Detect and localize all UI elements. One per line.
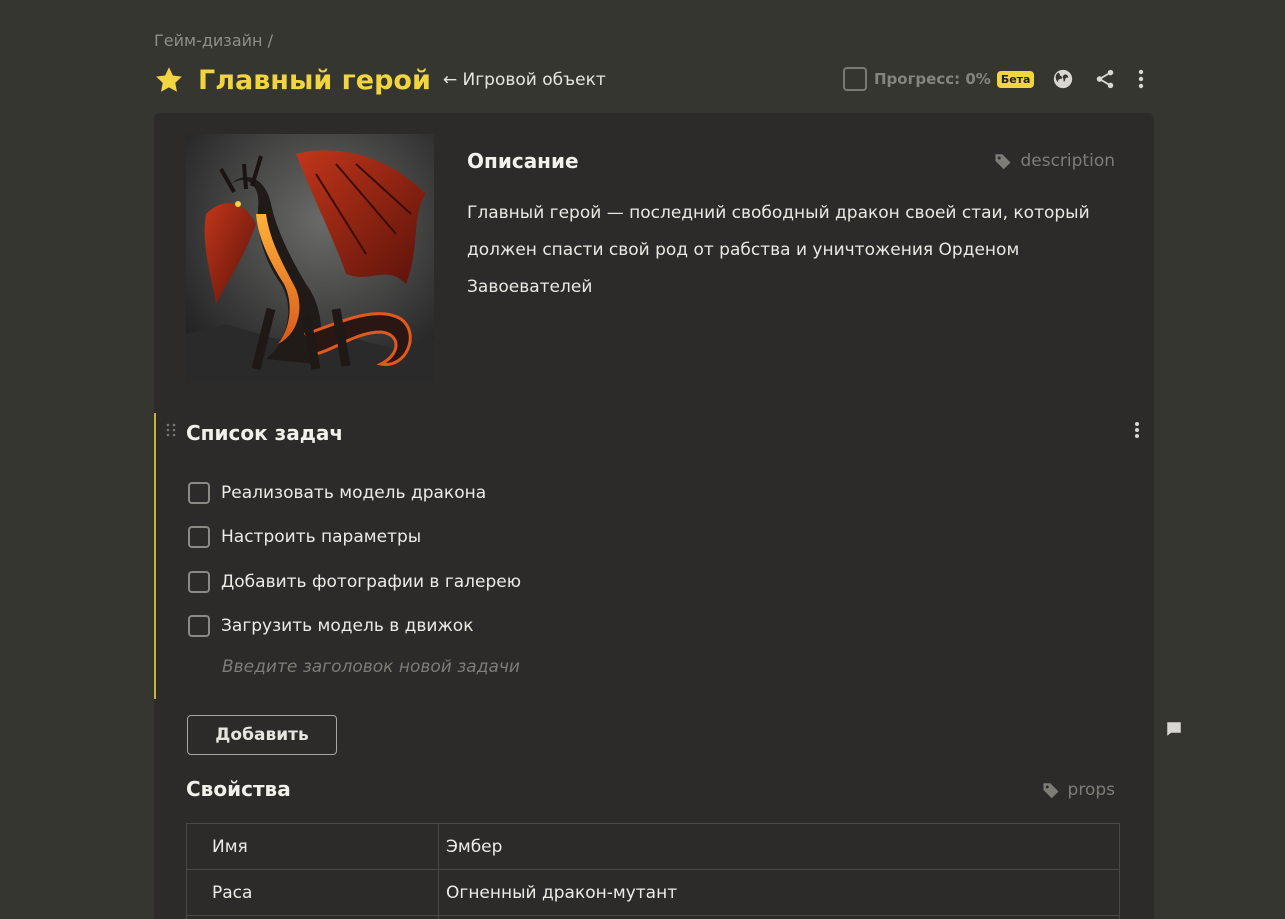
add-task-button[interactable]: Добавить [187, 715, 337, 755]
header-actions: Прогресс: 0% Бета [843, 64, 1145, 94]
property-key[interactable]: Раса [186, 869, 439, 916]
task-item: Реализовать модель дракона [188, 479, 486, 507]
task-list-title: Список задач [186, 421, 344, 445]
task-list-section: Список задач Реализовать модель дракона … [154, 413, 1154, 699]
progress-checkbox[interactable] [843, 67, 867, 91]
property-key[interactable] [186, 915, 439, 919]
more-vertical-icon[interactable] [1134, 421, 1140, 439]
properties-title: Свойства [186, 777, 291, 801]
description-text[interactable]: Главный герой — последний свободный драк… [467, 195, 1107, 306]
object-type-link[interactable]: ← Игровой объект [443, 70, 606, 90]
progress-label: Прогресс: 0% [874, 70, 991, 88]
properties-table: Имя Эмбер Раса Огненный дракон-мутант [186, 823, 1120, 919]
task-label[interactable]: Загрузить модель в движок [221, 616, 473, 636]
task-item: Добавить фотографии в галерею [188, 568, 521, 596]
share-icon [1097, 69, 1114, 89]
tag-icon [995, 154, 1011, 170]
task-label[interactable]: Добавить фотографии в галерею [221, 572, 521, 592]
table-row: Раса Огненный дракон-мутант [186, 869, 1120, 916]
content-card: Описание description Главный герой — пос… [154, 113, 1154, 919]
properties-tag-label: props [1067, 780, 1115, 800]
task-checkbox[interactable] [188, 571, 210, 593]
beta-badge: Бета [996, 70, 1035, 88]
table-row: Имя Эмбер [186, 823, 1120, 870]
properties-tag[interactable]: props [1042, 780, 1115, 800]
property-value[interactable]: Огненный дракон-мутант [438, 869, 1120, 916]
star-icon[interactable] [154, 65, 184, 95]
task-label[interactable]: Настроить параметры [221, 527, 421, 547]
task-label[interactable]: Реализовать модель дракона [221, 483, 486, 503]
task-checkbox[interactable] [188, 615, 210, 637]
task-item: Загрузить модель в движок [188, 612, 473, 640]
description-tag-label: description [1020, 151, 1115, 171]
task-item: Настроить параметры [188, 523, 421, 551]
page-title[interactable]: Главный герой [198, 65, 431, 96]
share-button[interactable] [1094, 67, 1116, 91]
more-button[interactable] [1136, 67, 1145, 91]
description-title: Описание [467, 149, 579, 173]
globe-button[interactable] [1052, 67, 1074, 91]
task-checkbox[interactable] [188, 482, 210, 504]
globe-icon [1054, 69, 1073, 89]
dragon-image [186, 134, 434, 382]
property-value[interactable]: Эмбер [438, 823, 1120, 870]
breadcrumb[interactable]: Гейм-дизайн / [154, 31, 273, 50]
description-tag[interactable]: description [994, 151, 1115, 171]
more-vertical-icon [1138, 69, 1143, 89]
task-checkbox[interactable] [188, 526, 210, 548]
tag-icon [1043, 783, 1059, 799]
property-key[interactable]: Имя [186, 823, 439, 870]
new-task-input[interactable]: Введите заголовок новой задачи [222, 657, 520, 677]
comment-icon[interactable] [1165, 720, 1183, 738]
drag-handle-icon[interactable] [166, 423, 176, 437]
page-header: Главный герой ← Игровой объект [154, 60, 606, 100]
property-value[interactable] [438, 915, 1120, 919]
cover-image[interactable] [186, 134, 434, 382]
table-row [186, 915, 1120, 919]
